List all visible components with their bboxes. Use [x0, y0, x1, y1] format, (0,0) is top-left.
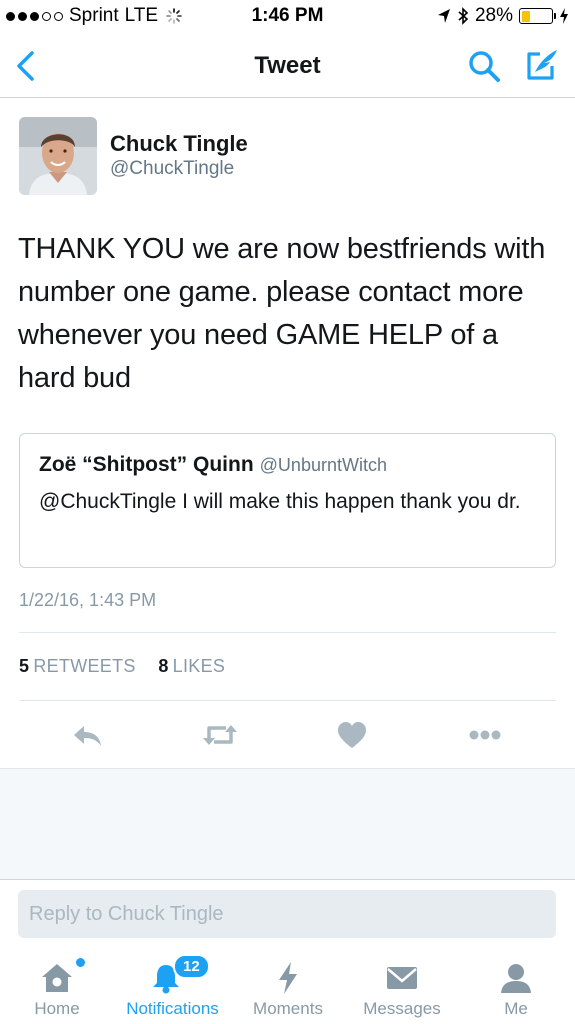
location-icon [437, 9, 450, 23]
battery-icon [519, 8, 556, 24]
tab-bar: Home 12 Notifications Moments Messages M… [0, 948, 575, 1024]
likes-count: 8 [158, 656, 169, 676]
empty-replies-area [0, 768, 575, 880]
divider [19, 700, 556, 701]
tab-label: Me [504, 999, 528, 1018]
home-icon [42, 964, 72, 992]
tab-me[interactable]: Me [476, 948, 556, 1024]
retweet-icon[interactable] [200, 718, 240, 752]
reply-input[interactable] [18, 890, 556, 938]
status-bar-right: 28% [437, 5, 569, 27]
quoted-tweet-text: @ChuckTingle I will make this happen tha… [39, 490, 521, 513]
search-icon[interactable] [466, 48, 502, 84]
author-photo [19, 117, 97, 195]
tab-label: Moments [253, 999, 323, 1018]
tweet-text: THANK YOU we are now bestfriends with nu… [18, 233, 546, 394]
status-bar: Sprint LTE 1:46 PM 28% [0, 0, 575, 34]
tab-label: Home [34, 999, 80, 1018]
tweet-timestamp: 1/22/16, 1:43 PM [19, 590, 157, 610]
tab-messages[interactable]: Messages [350, 948, 454, 1024]
quoted-tweet-header: Zoë “Shitpost” Quinn @UnburntWitch [39, 453, 387, 477]
notifications-badge: 12 [173, 954, 210, 979]
avatar[interactable] [19, 117, 97, 195]
home-new-dot [76, 958, 85, 967]
battery-level [521, 10, 530, 22]
bluetooth-icon [458, 7, 469, 25]
author-handle[interactable]: @ChuckTingle [110, 158, 234, 180]
likes-stat[interactable]: 8 LIKES [158, 656, 225, 676]
tweet-stats: 5 RETWEETS 8 LIKES [19, 656, 225, 677]
likes-label: LIKES [172, 656, 226, 676]
retweets-label: RETWEETS [33, 656, 136, 676]
like-icon[interactable] [332, 718, 372, 752]
tab-label: Notifications [126, 999, 219, 1018]
tab-label: Messages [363, 999, 441, 1018]
retweets-stat[interactable]: 5 RETWEETS [19, 656, 136, 676]
quoted-author-name: Zoë “Shitpost” Quinn [39, 453, 254, 476]
retweets-count: 5 [19, 656, 30, 676]
reply-bar [0, 880, 575, 948]
quoted-tweet[interactable]: Zoë “Shitpost” Quinn @UnburntWitch @Chuck… [19, 433, 556, 568]
tab-notifications[interactable]: 12 Notifications [115, 948, 230, 1024]
tab-home[interactable]: Home [8, 948, 106, 1024]
divider [19, 632, 556, 633]
tab-moments[interactable]: Moments [240, 948, 336, 1024]
battery-percent: 28% [474, 5, 513, 26]
charging-icon [560, 8, 568, 24]
messages-icon [387, 967, 417, 989]
compose-tweet-icon[interactable] [522, 46, 560, 84]
more-icon[interactable] [465, 718, 505, 752]
author-name[interactable]: Chuck Tingle [110, 131, 248, 157]
me-icon [501, 964, 531, 993]
navigation-bar: Tweet [0, 34, 575, 98]
moments-icon [279, 962, 297, 994]
reply-icon[interactable] [68, 718, 108, 752]
quoted-author-handle: @UnburntWitch [259, 455, 387, 475]
